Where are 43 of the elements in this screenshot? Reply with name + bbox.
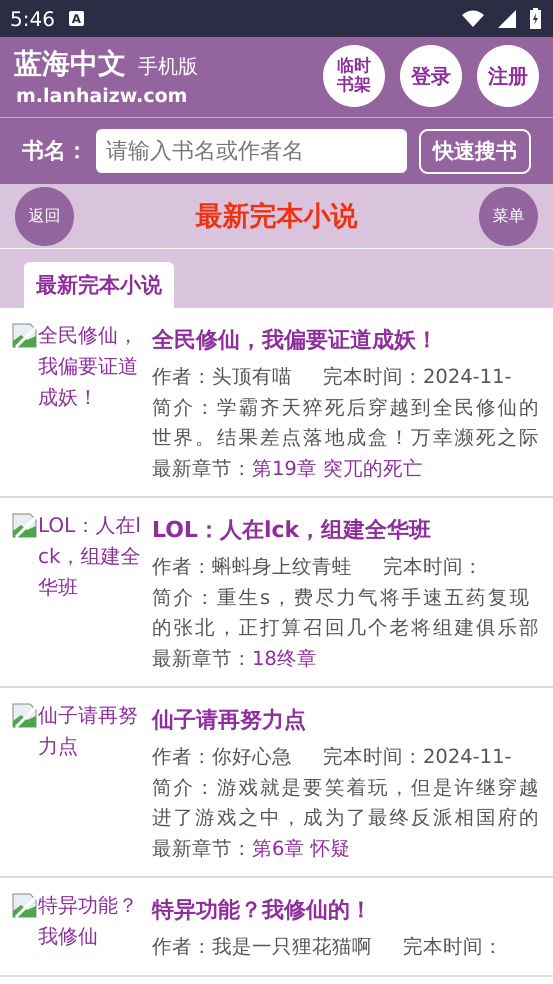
chapter-link[interactable]: 18终章 — [252, 646, 317, 670]
book-meta: 作者：蝌蚪身上纹青蛙 完本时间： — [152, 554, 484, 580]
search-field[interactable]: 请输入书名或作者名 — [96, 129, 407, 173]
broken-image-icon — [12, 893, 37, 918]
wifi-icon — [462, 10, 484, 27]
back-button[interactable]: 返回 — [15, 186, 74, 246]
cover-alt-text: 特异功能？我修仙 — [38, 892, 139, 950]
book-meta: 作者：我是一只狸花猫啊 完本时间： — [152, 934, 504, 960]
search-label: 书名： — [22, 138, 88, 166]
search-button[interactable]: 快速搜书 — [419, 128, 531, 174]
book-meta: 作者：你好心急 完本时间：2024-11- — [152, 744, 513, 770]
book-intro: 简介：游戏就是要笑着玩，但是许继穿越进了游戏之中，成为了最终反派相国府的 — [152, 774, 541, 831]
latest-chapter-label: 最新章节：18终章 — [152, 646, 318, 672]
menu-button[interactable]: 菜单 — [479, 186, 538, 246]
book-title[interactable]: 仙子请再努力点 — [152, 700, 541, 742]
header-button[interactable]: 临时书架 — [323, 45, 385, 107]
header-button[interactable]: 登录 — [400, 45, 462, 107]
cover-alt-text: LOL：人在lck，组建全华班 — [38, 512, 142, 601]
chapter-link[interactable]: 第6章 怀疑 — [252, 836, 351, 860]
tab[interactable]: 最新完本小说 — [24, 262, 174, 308]
broken-image-icon — [12, 513, 37, 538]
cover-alt-text: 全民修仙，我偏要证道成妖！ — [38, 322, 139, 411]
notification-icon: A — [68, 11, 84, 26]
book-title[interactable]: 全民修仙，我偏要证道成妖！ — [152, 320, 541, 362]
latest-chapter-label: 最新章节：第6章 怀疑 — [152, 836, 352, 862]
site-domain: m.lanhaizw.com — [15, 85, 188, 107]
book-title[interactable]: 特异功能？我修仙的！ — [152, 890, 541, 932]
edition-label: 手机版 — [138, 53, 198, 80]
page-title: 最新完本小说 — [196, 200, 358, 234]
signal-icon — [498, 10, 516, 28]
book-meta: 作者：头顶有喵 完本时间：2024-11- — [152, 364, 513, 390]
site-logo-text[interactable]: 蓝海中文 — [14, 45, 126, 83]
broken-image-icon — [12, 323, 37, 348]
battery-icon — [530, 8, 541, 29]
header-button[interactable]: 注册 — [477, 45, 539, 107]
broken-image-icon — [12, 703, 37, 728]
latest-chapter-label: 最新章节：第19章 突兀的死亡 — [152, 456, 424, 482]
cover-alt-text: 仙子请再努力点 — [38, 702, 139, 760]
chapter-link[interactable]: 第19章 突兀的死亡 — [252, 456, 424, 480]
book-intro: 简介：学霸齐天猝死后穿越到全民修仙的世界。结果差点落地成盒！万幸濒死之际 — [152, 394, 541, 451]
clock-time: 5:46 — [10, 6, 55, 30]
book-intro: 简介：重生s，费尽力气将手速五药复现的张北，正打算召回几个老将组建俱乐部 — [152, 584, 541, 641]
book-title[interactable]: LOL：人在lck，组建全华班 — [152, 510, 541, 552]
